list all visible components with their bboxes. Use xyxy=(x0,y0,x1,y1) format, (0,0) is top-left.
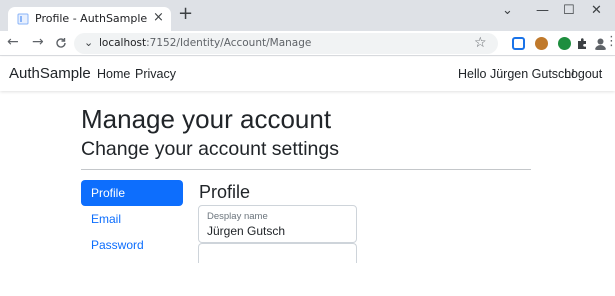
site-info-icon[interactable]: ⌄ xyxy=(84,36,93,50)
user-greeting-link[interactable]: Hello Jürgen Gutsch! xyxy=(458,67,575,82)
section-title: Profile xyxy=(199,182,251,202)
tab-title: Profile - AuthSample xyxy=(35,12,148,25)
reload-icon[interactable] xyxy=(55,37,67,49)
cookie-extension-icon[interactable] xyxy=(535,37,548,50)
browser-menu-icon[interactable]: ⋮ xyxy=(605,34,615,49)
sidebar-item-password[interactable]: Password xyxy=(81,232,183,258)
display-name-field[interactable]: Desplay name xyxy=(198,205,357,243)
display-name-input[interactable] xyxy=(207,224,352,239)
browser-tab[interactable]: Profile - AuthSample × xyxy=(8,7,171,31)
minimize-icon[interactable]: — xyxy=(536,4,549,18)
page-favicon-icon xyxy=(17,13,29,25)
site-brand-link[interactable]: AuthSample xyxy=(9,65,91,83)
puzzle-icon[interactable] xyxy=(576,37,589,50)
page-subtitle: Change your account settings xyxy=(81,138,339,160)
display-name-label: Desplay name xyxy=(207,211,268,222)
url-host: localhost xyxy=(99,37,147,49)
bookmark-star-icon[interactable]: ☆ xyxy=(474,35,487,51)
new-tab-icon[interactable]: + xyxy=(178,5,193,23)
section-divider xyxy=(81,169,531,170)
nav-link-privacy[interactable]: Privacy xyxy=(135,67,176,82)
logout-button[interactable]: Logout xyxy=(564,67,602,82)
green-extension-icon[interactable] xyxy=(558,37,571,50)
maximize-icon[interactable]: ☐ xyxy=(563,4,575,18)
close-window-icon[interactable]: ✕ xyxy=(591,4,602,18)
address-bar[interactable]: ⌄ localhost:7152/Identity/Account/Manage… xyxy=(74,33,498,54)
next-form-field[interactable] xyxy=(198,243,357,263)
tab-search-icon[interactable]: ⌄ xyxy=(502,4,513,18)
browser-tab-strip: Profile - AuthSample × + ⌄ — ☐ ✕ xyxy=(0,0,615,31)
url-text[interactable]: localhost:7152/Identity/Account/Manage xyxy=(99,37,311,50)
site-navbar: AuthSample Home Privacy Hello Jürgen Gut… xyxy=(0,57,615,91)
page-title: Manage your account xyxy=(81,104,332,134)
back-icon[interactable]: ← xyxy=(7,35,19,50)
tab-close-icon[interactable]: × xyxy=(153,11,164,25)
browser-toolbar: ← → ⌄ localhost:7152/Identity/Account/Ma… xyxy=(0,31,615,56)
sidebar-item-profile[interactable]: Profile xyxy=(81,180,183,206)
sidebar-item-email[interactable]: Email xyxy=(81,206,183,232)
url-path: :7152/Identity/Account/Manage xyxy=(146,37,312,49)
grid-extension-icon[interactable] xyxy=(512,37,525,50)
nav-link-home[interactable]: Home xyxy=(97,67,130,82)
forward-icon[interactable]: → xyxy=(32,35,44,50)
